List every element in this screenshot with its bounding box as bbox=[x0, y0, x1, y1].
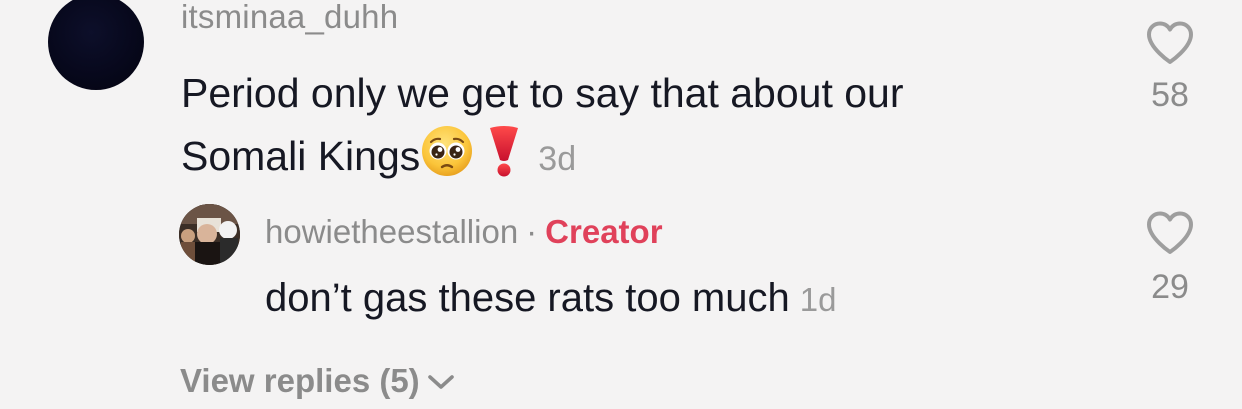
heart-outline-icon bbox=[1147, 211, 1193, 254]
reply-text: don’t gas these rats too much bbox=[265, 276, 790, 320]
reply-like-count: 29 bbox=[1151, 268, 1189, 306]
reply-username[interactable]: howietheestallion bbox=[265, 213, 518, 250]
reply-like-button[interactable] bbox=[1144, 210, 1196, 256]
view-replies-label: View replies (5) bbox=[180, 362, 420, 399]
like-count: 58 bbox=[1151, 76, 1189, 114]
reply-header: howietheestallion · Creator bbox=[265, 213, 663, 251]
heart-outline-icon bbox=[1147, 21, 1193, 64]
reply-separator: · bbox=[526, 213, 538, 250]
chevron-down-icon bbox=[426, 362, 456, 400]
pleading-face-emoji bbox=[420, 124, 474, 195]
comment-text-line2-text: Somali Kings bbox=[181, 133, 421, 179]
reply-timestamp: 1d bbox=[799, 281, 837, 318]
comment-text-line1: Period only we get to say that about our bbox=[181, 70, 904, 116]
comment-text-line2: Somali Kings 3d bbox=[181, 124, 1061, 195]
comment-timestamp: 3d bbox=[538, 140, 577, 178]
commenter-avatar[interactable] bbox=[48, 0, 144, 90]
red-exclamation-emoji bbox=[482, 124, 526, 195]
reply-body: don’t gas these rats too much 1d bbox=[265, 276, 836, 321]
view-replies-button[interactable]: View replies (5) bbox=[180, 362, 456, 400]
creator-badge: Creator bbox=[545, 213, 663, 250]
comment-body: Period only we get to say that about our… bbox=[181, 62, 1061, 195]
commenter-username[interactable]: itsminaa_duhh bbox=[181, 0, 398, 36]
like-button[interactable] bbox=[1144, 20, 1196, 66]
reply-avatar[interactable] bbox=[179, 204, 240, 265]
